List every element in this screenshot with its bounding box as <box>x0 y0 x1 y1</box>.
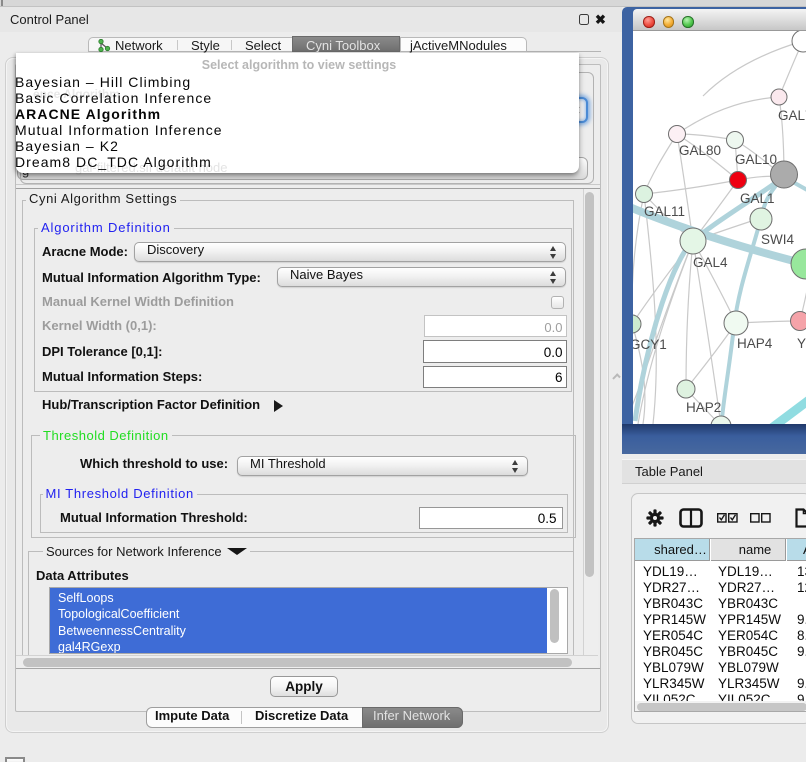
svg-text:HAP2: HAP2 <box>686 400 721 415</box>
svg-text:GAL80: GAL80 <box>679 143 721 158</box>
svg-text:GAL7: GAL7 <box>778 108 806 123</box>
svg-text:GAL4: GAL4 <box>693 255 728 270</box>
svg-text:GCY1: GCY1 <box>633 337 667 352</box>
svg-text:HAP4: HAP4 <box>737 336 773 351</box>
svg-text:SWI4: SWI4 <box>761 232 794 247</box>
svg-text:GAL1: GAL1 <box>740 191 775 206</box>
svg-text:Y: Y <box>797 336 806 351</box>
svg-text:GAL11: GAL11 <box>644 204 685 219</box>
svg-text:GAL10: GAL10 <box>735 152 777 167</box>
